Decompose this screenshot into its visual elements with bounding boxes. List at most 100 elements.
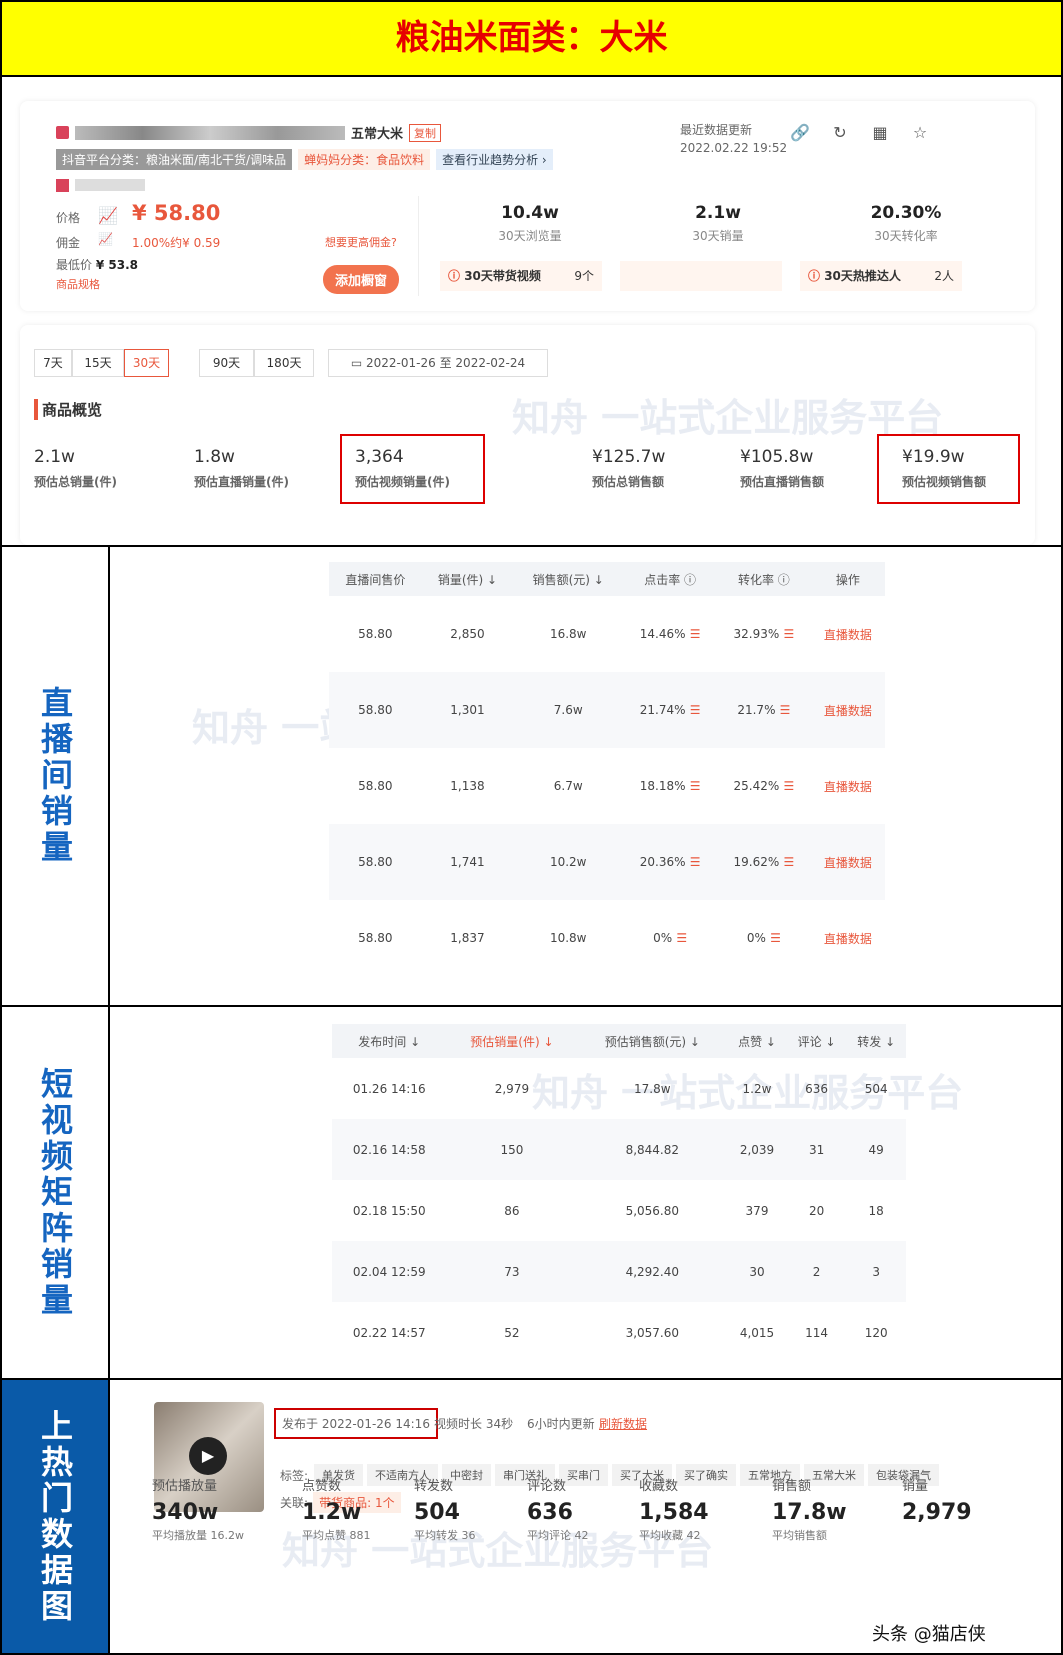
column-header[interactable]: 直播间售价 (329, 562, 422, 596)
hot-stat: 预估播放量 340w 平均播放量 16.2w (152, 1479, 244, 1542)
table-cell: 2,979 (494, 1081, 530, 1096)
product-name: 五常大米 (351, 127, 404, 142)
column-header[interactable]: 销售额(元) ↓ (513, 562, 624, 596)
table-cell[interactable]: 直播数据 (811, 900, 885, 976)
column-header[interactable]: 点赞 ↓ (727, 1024, 787, 1058)
range-15[interactable]: 15天 (72, 349, 124, 377)
update-time: 2022.02.22 19:52 (680, 141, 788, 155)
column-header[interactable]: 销量(件) ↓ (421, 562, 514, 596)
column-header[interactable]: 点击率 ⓘ (623, 562, 717, 596)
bars-icon[interactable]: ☰ (686, 627, 701, 641)
table-cell: 8,844.82 (577, 1119, 728, 1180)
bars-icon[interactable]: ☰ (779, 627, 794, 641)
table-row: 02.22 14:57 52 3,057.60 4,015 114 120 (332, 1302, 906, 1363)
bars-icon[interactable]: ☰ (779, 779, 794, 793)
table-cell[interactable]: 直播数据 (811, 748, 885, 824)
video-section: 短视频矩阵销量 知舟 一站式企业服务平台 发布时间 ↓ 预估销量(件) ↓ 预估销售… (0, 1005, 1063, 1380)
bars-icon[interactable]: ☰ (775, 703, 791, 717)
chanmama-category: 蝉妈妈分类：食品饮料 (298, 149, 431, 170)
higher-commission-link[interactable]: 想要更高佣金? (325, 234, 397, 250)
date-range-picker[interactable]: ▭ 2022-01-26 至 2022-02-24 (328, 349, 548, 377)
link-icon[interactable]: 🔗 (785, 123, 815, 153)
add-window-button[interactable]: 添加橱窗 (323, 265, 400, 294)
table-row: 58.80 2,850 16.8w 14.46% ☰ 32.93% ☰ 直播数据 (329, 596, 885, 672)
table-cell: 10.2w (513, 824, 624, 900)
table-cell: 4,292.40 (577, 1241, 728, 1302)
trend-link[interactable]: 查看行业趋势分析 › (436, 149, 553, 170)
talent-count-box[interactable]: ⓘ 30天热推达人 2人 (800, 261, 962, 291)
video-count-box[interactable]: ⓘ 30天带货视频 9个 (440, 261, 602, 291)
table-cell[interactable]: 直播数据 (810, 672, 885, 748)
table-cell: 10.8w (549, 931, 587, 945)
commission: 1.00%约¥ 0.59 (132, 236, 221, 250)
table-cell: 2,039 (727, 1119, 787, 1180)
highlight-box (877, 434, 1020, 504)
table-cell: 20 (808, 1203, 825, 1218)
hot-stat: 转发数 504 平均转发 36 (414, 1479, 476, 1542)
table-row: 58.80 1,138 6.7w 18.18% ☰ 25.42% ☰ 直播数据 (329, 748, 885, 824)
range-90[interactable]: 90天 (199, 349, 254, 377)
column-header[interactable]: 转发 ↓ (846, 1024, 906, 1058)
douyin-category: 抖音平台分类：粮油米面/南北干货/调味品 (56, 149, 293, 170)
table-cell: 3,057.60 (625, 1325, 680, 1340)
column-header[interactable]: 预估销量(件) ↓ (446, 1024, 578, 1058)
overview-live-sales: 1.8w 预估直播销量(件) (194, 447, 289, 489)
table-cell: 1.2w (742, 1081, 772, 1096)
column-header[interactable]: 预估销售额(元) ↓ (577, 1024, 728, 1058)
video-side-label: 短视频矩阵销量 (2, 1007, 110, 1378)
bars-icon[interactable]: ☰ (779, 855, 794, 869)
spec-link[interactable]: 商品规格 (56, 276, 100, 292)
bars-icon[interactable]: ☰ (686, 703, 701, 717)
table-cell: 30 (727, 1241, 787, 1302)
range-7[interactable]: 7天 (34, 349, 72, 377)
hot-stat: 销售额 17.8w 平均销售额 (772, 1479, 847, 1542)
video-table: 发布时间 ↓ 预估销量(件) ↓ 预估销售额(元) ↓ 点赞 ↓ 评论 ↓ 转发 ↓ 01.… (332, 1024, 906, 1363)
table-cell: 49 (846, 1119, 906, 1180)
column-header[interactable]: 转化率 ⓘ (717, 562, 811, 596)
stat-views: 10.4w 30天浏览量 (498, 203, 562, 243)
bars-icon[interactable]: ☰ (672, 931, 687, 945)
bars-icon[interactable]: ☰ (686, 779, 701, 793)
star-icon[interactable]: ☆ (905, 123, 935, 153)
overview-live-gmv: ¥105.8w 预估直播销售额 (740, 447, 825, 489)
table-cell: 636 (805, 1081, 829, 1096)
table-cell: 2 (786, 1241, 847, 1302)
column-header[interactable]: 评论 ↓ (786, 1024, 847, 1058)
table-cell: 0% ☰ (653, 931, 688, 945)
table-cell: 01.26 14:16 (352, 1081, 426, 1096)
table-cell[interactable]: 直播数据 (811, 596, 885, 672)
column-header[interactable]: 发布时间 ↓ (332, 1024, 447, 1058)
blurred-shop (75, 179, 145, 191)
table-cell: 1,837 (450, 931, 485, 945)
chart-icon[interactable]: 📈 (98, 232, 113, 246)
table-cell: 0% ☰ (746, 931, 781, 945)
live-section: 直播间销量 知舟 一站式企业服务平台 直播间售价销量(件) ↓销售额(元) ↓点… (0, 545, 1063, 1007)
range-30[interactable]: 30天 (124, 349, 169, 377)
bars-icon[interactable]: ☰ (686, 855, 701, 869)
video-duration: 视频时长 34秒 (434, 1417, 514, 1431)
table-cell: 58.80 (329, 672, 422, 748)
column-header[interactable]: 操作 (810, 562, 885, 596)
price: ¥ 58.80 (132, 201, 221, 225)
table-row: 58.80 1,301 7.6w 21.74% ☰ 21.7% ☰ 直播数据 (329, 672, 885, 748)
range-180[interactable]: 180天 (254, 349, 314, 377)
live-side-label: 直播间销量 (2, 547, 110, 1005)
publish-time: 发布于 2022-01-26 14:16 (274, 1408, 438, 1439)
refresh-icon[interactable]: ↻ (825, 123, 855, 153)
table-cell: 73 (446, 1241, 578, 1302)
bars-icon[interactable]: ☰ (766, 931, 781, 945)
table-cell: 4,015 (739, 1325, 775, 1340)
price-label: 价格 (56, 211, 81, 225)
table-cell[interactable]: 直播数据 (810, 824, 885, 900)
qrcode-icon[interactable]: ▦ (865, 123, 895, 153)
highlight-box (340, 434, 485, 504)
refresh-link[interactable]: 刷新数据 (599, 1415, 647, 1432)
table-row: 58.80 1,741 10.2w 20.36% ☰ 19.62% ☰ 直播数据 (329, 824, 885, 900)
hot-stat: 销量 2,979 (902, 1479, 972, 1525)
table-cell: 379 (745, 1203, 769, 1218)
overview-title: 商品概览 (34, 399, 102, 420)
hot-side-label: 上热门数据图 (2, 1380, 110, 1653)
copy-button[interactable]: 复制 (409, 123, 442, 142)
chart-icon[interactable]: 📈 (98, 206, 118, 225)
table-cell: 58.80 (358, 627, 393, 641)
